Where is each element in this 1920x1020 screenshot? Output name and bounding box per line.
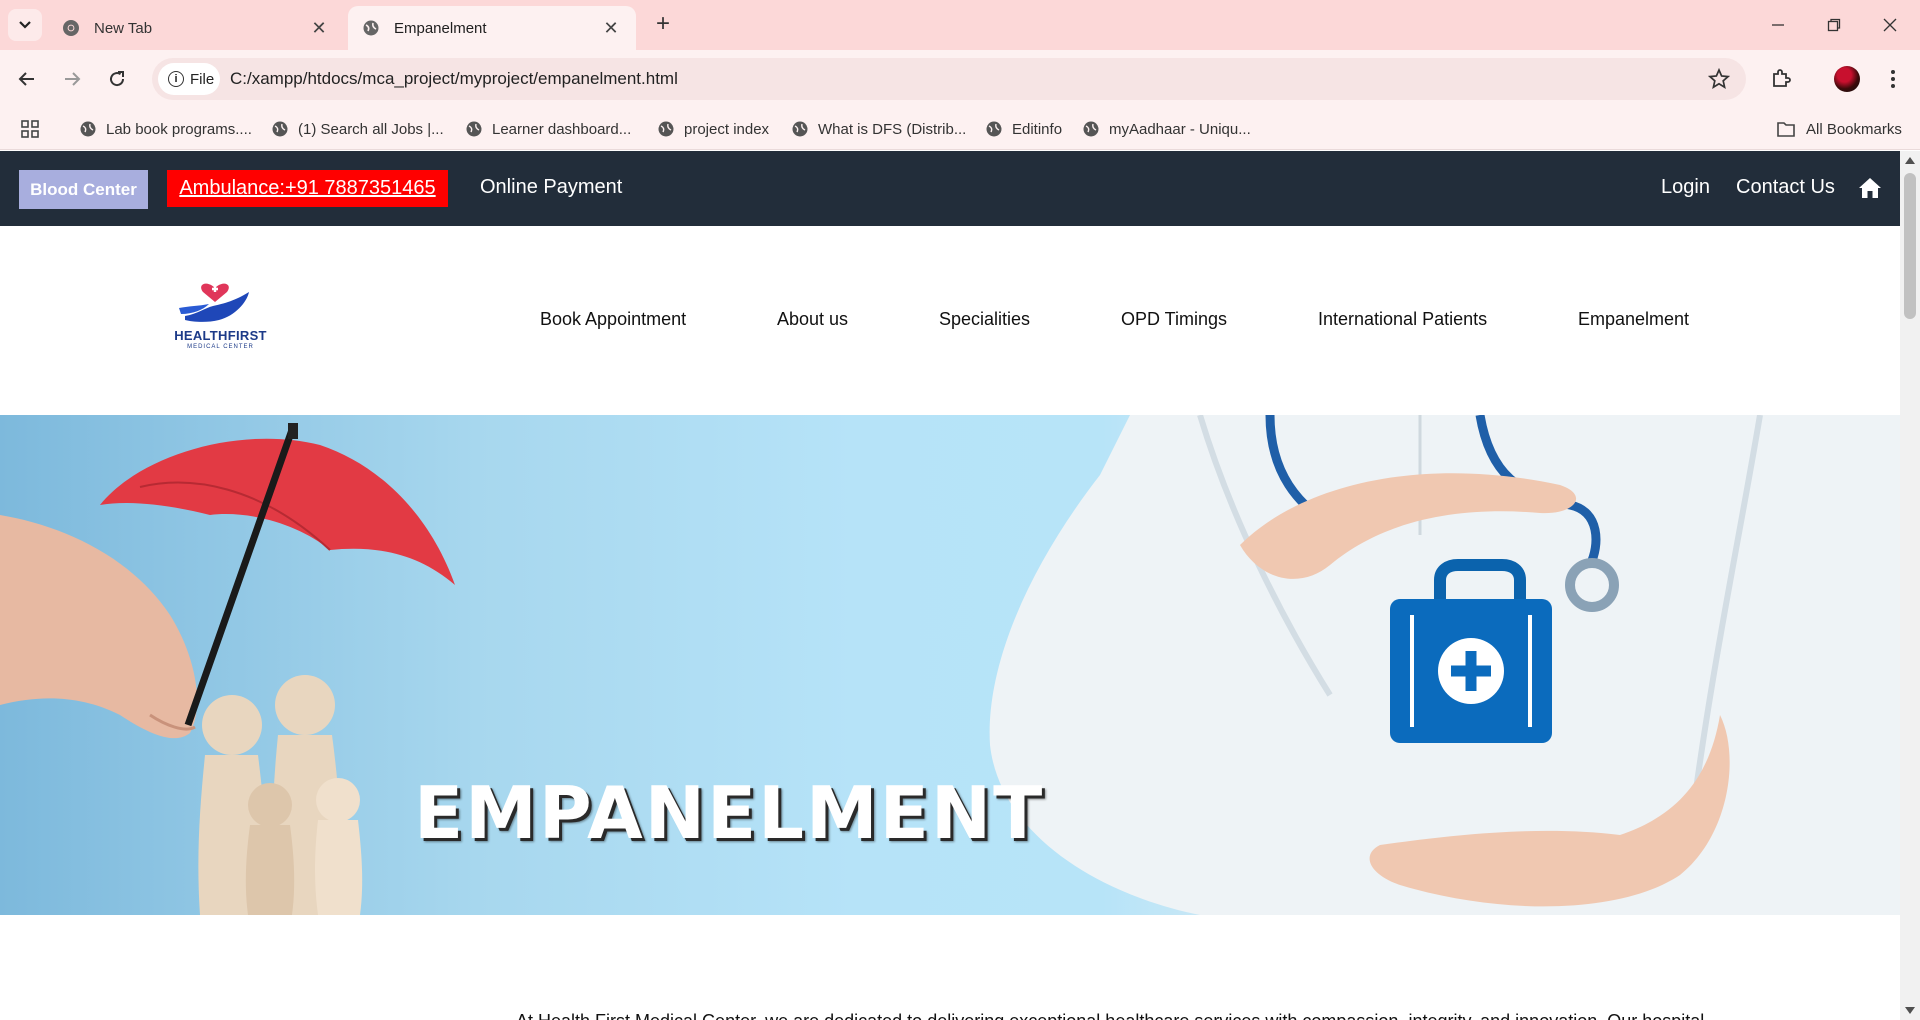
page-scrollbar[interactable] <box>1900 151 1920 1020</box>
tab-empanelment[interactable]: Empanelment ✕ <box>348 6 636 50</box>
globe-icon <box>986 121 1002 137</box>
all-bookmarks-button[interactable]: All Bookmarks <box>1776 117 1902 141</box>
menu-button[interactable] <box>1876 62 1910 96</box>
more-vert-icon <box>1891 70 1895 88</box>
logo-subtitle: MEDICAL CENTER <box>187 344 254 350</box>
bookmark-item[interactable]: myAadhaar - Uniqu... <box>1083 117 1251 141</box>
bookmarks-bar: Lab book programs.... (1) Search all Job… <box>0 108 1920 150</box>
hero-banner: EMPANELMENT <box>0 415 1900 915</box>
folder-icon <box>1777 122 1795 137</box>
close-window-button[interactable] <box>1875 10 1905 40</box>
tab-new-tab[interactable]: New Tab ✕ <box>48 6 344 50</box>
logo-name: HEALTHFIRST <box>174 328 267 343</box>
login-link[interactable]: Login <box>1661 176 1710 199</box>
bookmark-label: What is DFS (Distrib... <box>818 120 967 138</box>
home-icon[interactable] <box>1858 177 1882 199</box>
new-tab-button[interactable]: + <box>650 12 676 38</box>
online-payment-link[interactable]: Online Payment <box>480 176 622 199</box>
globe-icon <box>80 121 96 137</box>
scrollbar-thumb[interactable] <box>1904 173 1916 319</box>
profile-avatar[interactable] <box>1834 66 1860 92</box>
scroll-up-arrow-icon[interactable] <box>1905 157 1915 164</box>
arrow-left-icon <box>18 72 34 86</box>
hero-title: EMPANELMENT <box>414 771 1045 855</box>
bookmark-label: Lab book programs.... <box>106 120 252 138</box>
tab-search-button[interactable] <box>8 9 42 41</box>
globe-icon <box>658 121 674 137</box>
site-top-bar: Blood Center Ambulance:+91 7887351465 On… <box>0 151 1900 226</box>
browser-tab-strip: New Tab ✕ Empanelment ✕ + <box>0 0 1920 50</box>
bookmark-star-icon[interactable] <box>1708 68 1730 90</box>
chrome-icon <box>63 20 79 36</box>
puzzle-icon <box>1773 69 1791 87</box>
bookmark-item[interactable]: Lab book programs.... <box>80 117 252 141</box>
chevron-down-icon <box>19 21 31 29</box>
bookmark-label: Learner dashboard... <box>492 120 632 138</box>
bookmark-label: project index <box>684 120 770 138</box>
ambulance-link[interactable]: Ambulance:+91 7887351465 <box>167 170 448 207</box>
globe-icon <box>792 121 808 137</box>
nav-international-patients[interactable]: International Patients <box>1318 309 1487 330</box>
forward-button[interactable] <box>55 62 89 96</box>
page-viewport: Blood Center Ambulance:+91 7887351465 On… <box>0 151 1900 1020</box>
close-icon <box>1883 18 1897 32</box>
nav-book-appointment[interactable]: Book Appointment <box>540 309 686 330</box>
wooden-family-figures-icon <box>198 675 363 915</box>
intro-paragraph: At Health First Medical Center, we are d… <box>516 1011 1719 1020</box>
blood-center-button[interactable]: Blood Center <box>19 170 148 209</box>
main-navigation: HEALTHFIRST MEDICAL CENTER Book Appointm… <box>0 226 1900 415</box>
bookmark-item[interactable]: What is DFS (Distrib... <box>792 117 966 141</box>
bookmark-label: myAadhaar - Uniqu... <box>1109 120 1251 138</box>
globe-icon <box>272 121 288 137</box>
info-icon: i <box>168 71 184 87</box>
bookmark-item[interactable]: project index <box>658 117 769 141</box>
nav-opd-timings[interactable]: OPD Timings <box>1121 309 1227 330</box>
site-info-chip[interactable]: i File <box>158 63 220 95</box>
globe-icon <box>1083 121 1099 137</box>
nav-about-us[interactable]: About us <box>777 309 848 330</box>
contact-us-link[interactable]: Contact Us <box>1736 176 1835 199</box>
arrow-right-icon <box>65 72 81 86</box>
apps-grid-icon <box>21 120 39 138</box>
url-text[interactable]: C:/xampp/htdocs/mca_project/myproject/em… <box>230 69 678 89</box>
bookmark-item[interactable]: Learner dashboard... <box>466 117 631 141</box>
reload-button[interactable] <box>100 62 134 96</box>
hand-holding-umbrella-icon <box>0 515 198 739</box>
minimize-icon <box>1772 24 1784 26</box>
bookmark-item[interactable]: (1) Search all Jobs |... <box>272 117 444 141</box>
apps-button[interactable] <box>20 117 40 141</box>
close-icon[interactable]: ✕ <box>600 17 622 39</box>
address-bar[interactable]: i File C:/xampp/htdocs/mca_project/mypro… <box>152 58 1746 100</box>
nav-specialities[interactable]: Specialities <box>939 309 1030 330</box>
bookmark-label: Editinfo <box>1012 120 1063 138</box>
globe-icon <box>363 20 379 36</box>
restore-icon <box>1827 18 1841 32</box>
close-icon[interactable]: ✕ <box>308 17 330 39</box>
globe-icon <box>466 121 482 137</box>
browser-toolbar: i File C:/xampp/htdocs/mca_project/mypro… <box>0 50 1920 108</box>
tab-title: New Tab <box>94 19 153 37</box>
bookmark-item[interactable]: Editinfo <box>986 117 1062 141</box>
scroll-down-arrow-icon[interactable] <box>1905 1007 1915 1014</box>
bookmark-label: (1) Search all Jobs |... <box>298 120 444 138</box>
site-logo[interactable]: HEALTHFIRST MEDICAL CENTER <box>163 272 278 352</box>
nav-empanelment[interactable]: Empanelment <box>1578 309 1689 330</box>
tab-title: Empanelment <box>394 19 487 37</box>
all-bookmarks-label: All Bookmarks <box>1806 120 1902 138</box>
restore-button[interactable] <box>1819 10 1849 40</box>
hand-heart-logo-icon <box>179 283 249 322</box>
minimize-button[interactable] <box>1763 10 1793 40</box>
back-button[interactable] <box>10 62 44 96</box>
site-chip-label: File <box>190 70 215 88</box>
reload-icon <box>110 71 125 87</box>
extensions-button[interactable] <box>1764 62 1798 96</box>
